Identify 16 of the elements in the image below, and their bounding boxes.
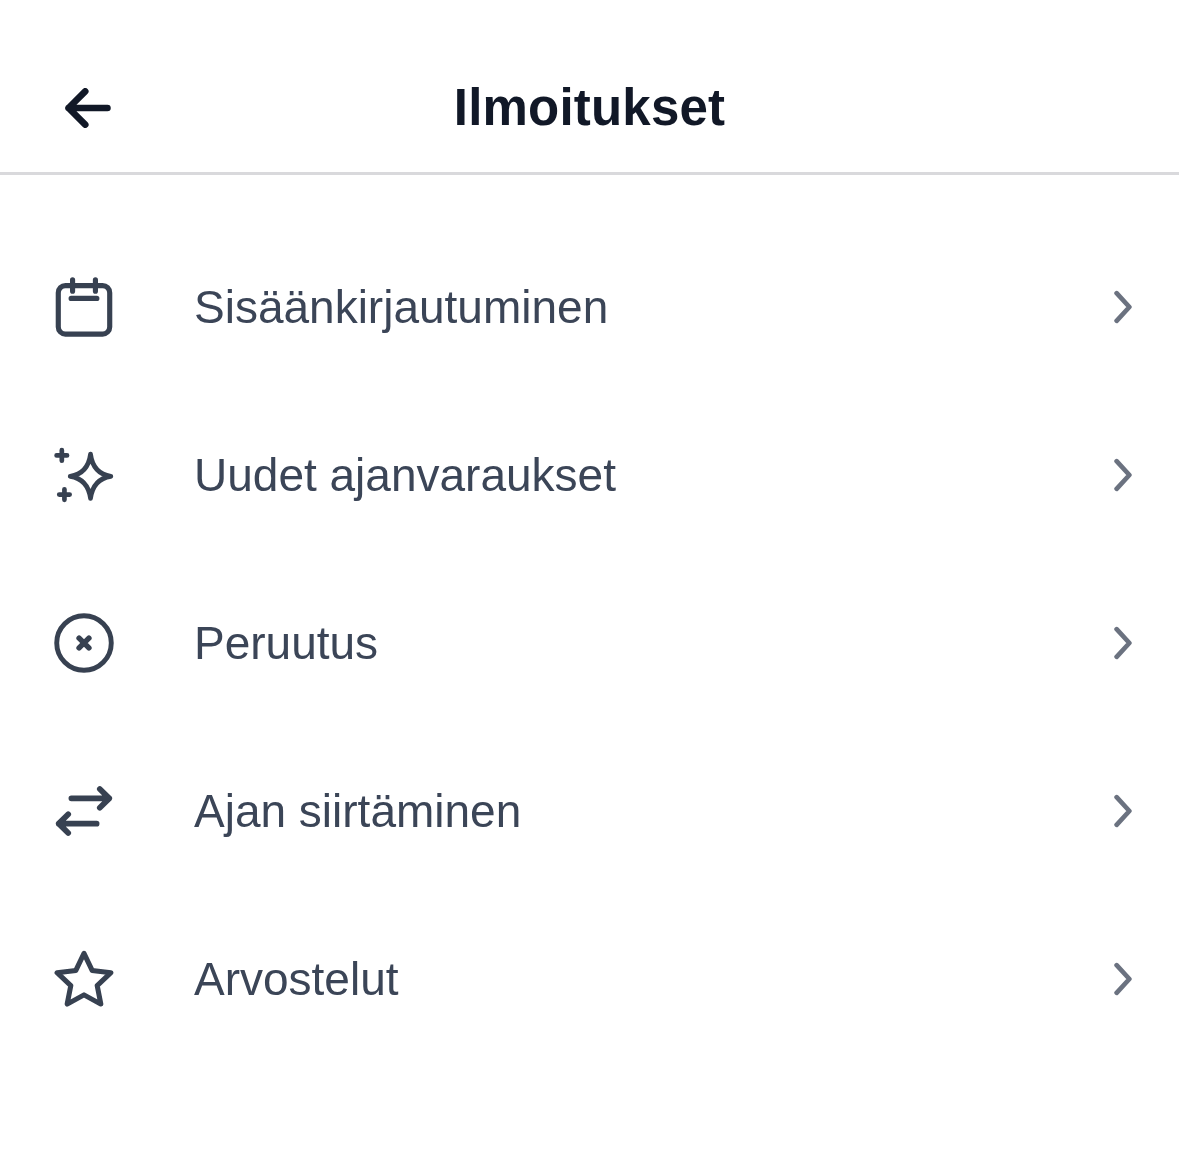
star-icon [54, 949, 114, 1009]
calendar-icon [54, 277, 114, 337]
chevron-right-icon [1113, 626, 1133, 660]
sparkles-icon [54, 445, 114, 505]
menu-item[interactable]: Arvostelut [0, 895, 1179, 1063]
menu-item[interactable]: Peruutus [0, 559, 1179, 727]
back-arrow-icon [65, 88, 111, 128]
menu-item[interactable]: Ajan siirtäminen [0, 727, 1179, 895]
chevron-right-icon [1113, 794, 1133, 828]
menu-item[interactable]: Sisäänkirjautuminen [0, 223, 1179, 391]
chevron-right-icon [1113, 290, 1133, 324]
x-circle-icon [54, 613, 114, 673]
menu-item[interactable]: Uudet ajanvaraukset [0, 391, 1179, 559]
chevron-right-icon [1113, 458, 1133, 492]
chevron-right-icon [1113, 962, 1133, 996]
page-title: Ilmoitukset [453, 78, 726, 138]
